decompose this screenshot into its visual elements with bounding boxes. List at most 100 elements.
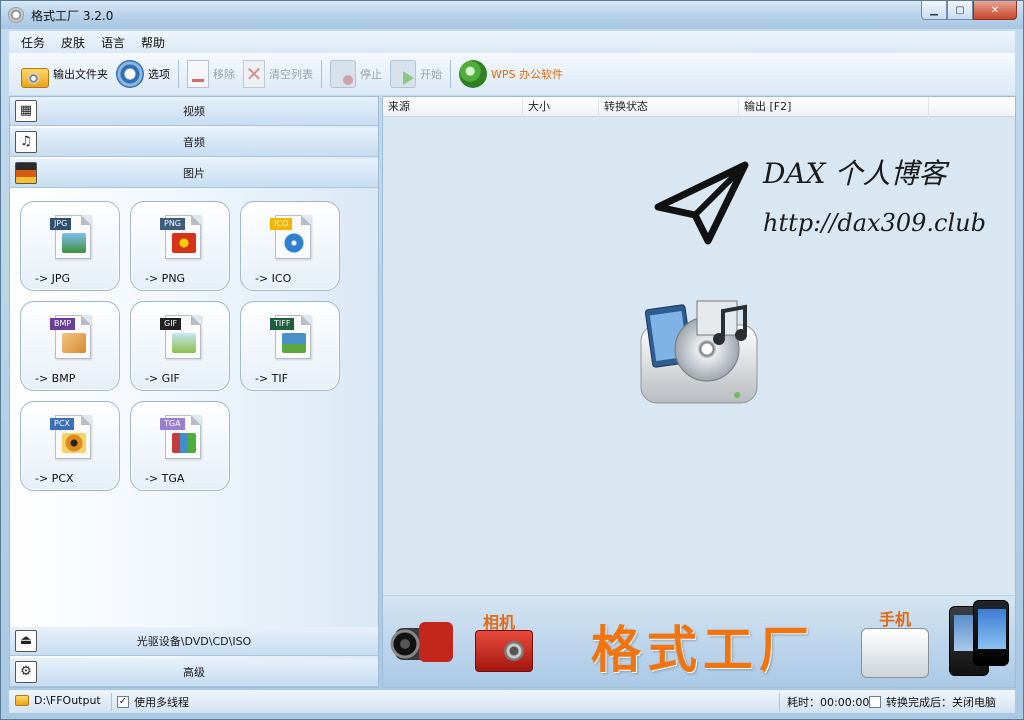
stop-label: 停止: [360, 68, 382, 81]
start-button[interactable]: 开始: [390, 57, 442, 91]
clear-icon: ✕: [243, 60, 265, 88]
format-factory-logo: [640, 300, 758, 404]
task-list-panel: 来源 大小 转换状态 输出 [F2] DAX 个人博客 http://dax30…: [382, 96, 1016, 688]
format-tif-button[interactable]: TIFF -> TIF: [240, 301, 340, 391]
output-folder-button[interactable]: 输出文件夹: [21, 57, 108, 91]
menu-language[interactable]: 语言: [101, 34, 125, 51]
after-done-label: 转换完成后：关闭电脑: [886, 696, 996, 709]
stop-icon: [330, 60, 356, 88]
menu-help[interactable]: 帮助: [141, 34, 165, 51]
format-label: -> TGA: [145, 472, 185, 485]
ico-pic: [282, 233, 306, 253]
options-button[interactable]: 选项: [116, 57, 170, 91]
format-gif-button[interactable]: GIF -> GIF: [130, 301, 230, 391]
tiff-pic: [282, 333, 306, 353]
status-divider: [779, 693, 780, 711]
category-audio-label: 音频: [183, 136, 205, 149]
menu-skin[interactable]: 皮肤: [61, 34, 85, 51]
pcx-file-icon: PCX: [50, 415, 91, 459]
folder-icon: [21, 68, 49, 88]
category-video-label: 视频: [183, 105, 205, 118]
format-label: -> BMP: [35, 372, 76, 385]
output-folder-label: 输出文件夹: [53, 68, 108, 81]
category-image[interactable]: 图片: [10, 159, 378, 188]
format-jpg-button[interactable]: JPG -> JPG: [20, 201, 120, 291]
gif-pic: [172, 333, 196, 353]
jpg-pic: [62, 233, 86, 253]
bmp-pic: [62, 333, 86, 353]
format-tag: TGA: [160, 418, 185, 430]
category-panel: ▦ 视频 ♫ 音频 图片 JPG -> JPG PNG -> PNG ICO -…: [9, 96, 379, 688]
remove-button[interactable]: 移除: [187, 57, 235, 91]
maximize-button[interactable]: ▢: [947, 1, 973, 20]
gear-icon: [116, 60, 144, 88]
smartphone-icon: [973, 600, 1009, 666]
phone-label: 手机: [879, 610, 912, 629]
category-rom[interactable]: ⏏ 光驱设备\DVD\CD\ISO: [10, 627, 378, 656]
category-video[interactable]: ▦ 视频: [10, 97, 378, 126]
toolbar-separator: [321, 60, 322, 88]
category-image-label: 图片: [183, 167, 205, 180]
png-pic: [172, 233, 196, 253]
category-advanced-label: 高级: [183, 666, 205, 679]
format-label: -> PNG: [145, 272, 186, 285]
format-tag: JPG: [50, 218, 72, 230]
format-tag: PCX: [50, 418, 74, 430]
format-ico-button[interactable]: ICO -> ICO: [240, 201, 340, 291]
video-icon: ▦: [15, 100, 37, 122]
stop-button[interactable]: 停止: [330, 57, 382, 91]
wps-label: WPS 办公软件: [491, 68, 563, 81]
after-done-option[interactable]: 转换完成后：关闭电脑: [869, 694, 996, 710]
status-divider: [111, 693, 112, 711]
category-rom-label: 光驱设备\DVD\CD\ISO: [136, 635, 252, 648]
close-button[interactable]: ✕: [973, 1, 1017, 20]
window-controls: ▁ ▢ ✕: [921, 1, 1017, 21]
clear-list-label: 清空列表: [269, 68, 313, 81]
column-source[interactable]: 来源: [383, 97, 523, 117]
title-bar[interactable]: 格式工厂 3.2.0 ▁ ▢ ✕: [1, 1, 1023, 29]
category-audio[interactable]: ♫ 音频: [10, 128, 378, 157]
folder-icon: [15, 695, 29, 706]
toolbar: 输出文件夹 选项 移除 ✕ 清空列表 停止 开始 WPS 办公软件: [9, 53, 1015, 95]
output-path[interactable]: D:\FFOutput: [15, 694, 101, 707]
status-bar: D:\FFOutput ✓ 使用多线程 耗时：00:00:00 转换完成后：关闭…: [9, 689, 1015, 713]
watermark-title: DAX 个人博客: [763, 157, 947, 190]
category-advanced[interactable]: ⚙ 高级: [10, 658, 378, 687]
picture-icon: [15, 162, 37, 184]
task-list-header: 来源 大小 转换状态 输出 [F2]: [383, 97, 1015, 117]
column-size[interactable]: 大小: [523, 97, 599, 117]
format-tag: PNG: [160, 218, 186, 230]
wps-button[interactable]: WPS 办公软件: [459, 57, 563, 91]
format-label: -> ICO: [255, 272, 292, 285]
format-label: -> TIF: [255, 372, 288, 385]
format-label: -> JPG: [35, 272, 71, 285]
format-bmp-button[interactable]: BMP -> BMP: [20, 301, 120, 391]
after-done-check[interactable]: [869, 696, 881, 708]
format-tga-button[interactable]: TGA -> TGA: [130, 401, 230, 491]
ico-file-icon: ICO: [270, 215, 311, 259]
format-png-button[interactable]: PNG -> PNG: [130, 201, 230, 291]
options-label: 选项: [148, 68, 170, 81]
gears-icon: ⚙: [15, 661, 37, 683]
tga-file-icon: TGA: [160, 415, 201, 459]
watermark-url: http://dax309.club: [763, 209, 986, 237]
output-path-text: D:\FFOutput: [34, 694, 101, 707]
jpg-file-icon: JPG: [50, 215, 91, 259]
column-status[interactable]: 转换状态: [599, 97, 739, 117]
menu-bar: 任务 皮肤 语言 帮助: [9, 31, 1015, 53]
device-banner: 相机 格式工厂 手机: [383, 595, 1015, 687]
multithread-checkbox[interactable]: ✓ 使用多线程: [117, 694, 189, 710]
menu-task[interactable]: 任务: [21, 34, 45, 51]
minimize-button[interactable]: ▁: [921, 1, 947, 20]
format-pcx-button[interactable]: PCX -> PCX: [20, 401, 120, 491]
multithread-check[interactable]: ✓: [117, 696, 129, 708]
clear-list-button[interactable]: ✕ 清空列表: [243, 57, 313, 91]
start-label: 开始: [420, 68, 442, 81]
digital-camera-icon: [475, 630, 533, 672]
bmp-file-icon: BMP: [50, 315, 91, 359]
main-window: 格式工厂 3.2.0 ▁ ▢ ✕ 任务 皮肤 语言 帮助 输出文件夹 选项 移除…: [0, 0, 1024, 720]
format-tag: GIF: [160, 318, 182, 330]
png-file-icon: PNG: [160, 215, 201, 259]
wps-icon: [459, 60, 487, 88]
column-output[interactable]: 输出 [F2]: [739, 97, 929, 117]
